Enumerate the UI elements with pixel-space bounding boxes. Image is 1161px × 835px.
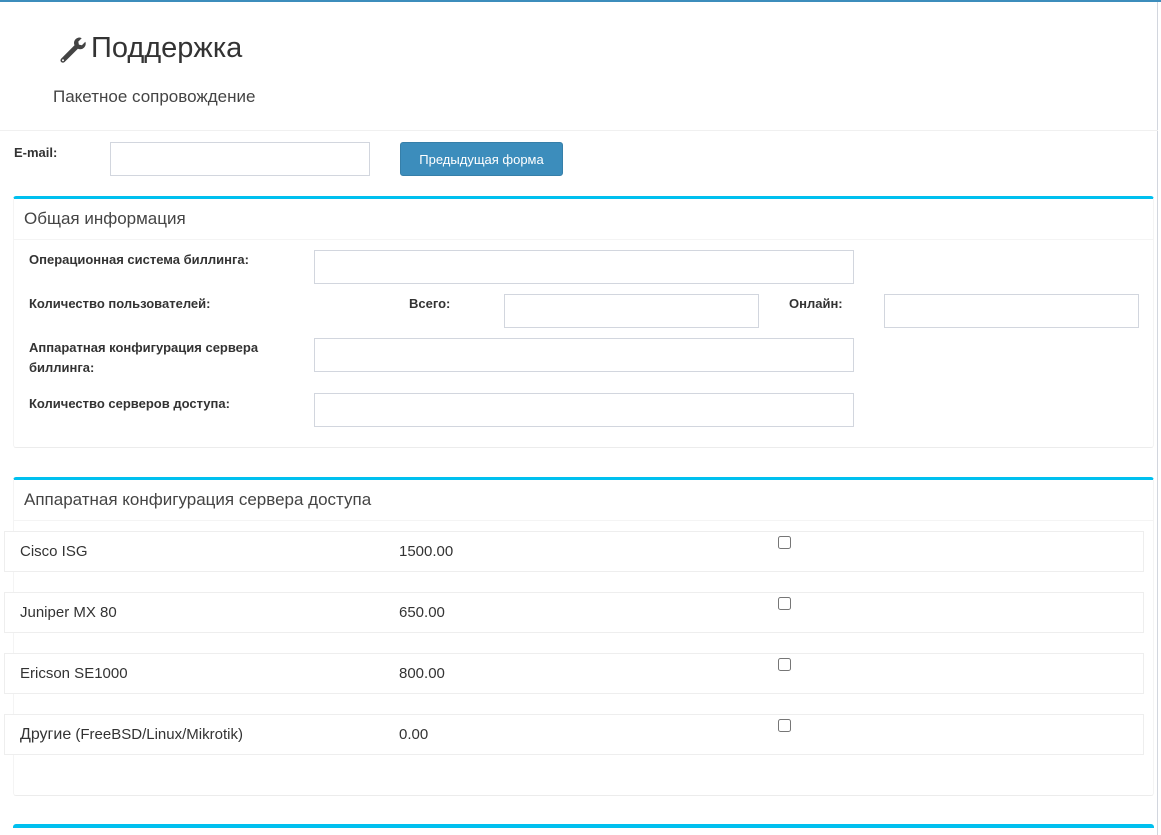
users-online-field[interactable] (884, 294, 1139, 328)
users-total-field[interactable] (504, 294, 759, 328)
hw-item-checkbox[interactable] (778, 719, 791, 732)
previous-form-button[interactable]: Предыдущая форма (400, 142, 563, 176)
users-count-label: Количество пользователей: (29, 296, 211, 311)
hw-item-price: 1500.00 (399, 543, 454, 560)
access-servers-count-label: Количество серверов доступа: (29, 396, 230, 411)
next-box-top-border (13, 824, 1154, 828)
hw-item-checkbox[interactable] (778, 658, 791, 671)
box-header-divider (14, 520, 1153, 521)
billing-hw-label: Аппаратная конфигурация сервера биллинга… (29, 338, 258, 378)
hw-item-name: Ericson SE1000 (20, 665, 128, 682)
box-header-divider (14, 239, 1153, 240)
hw-item-row: Ericson SE1000 800.00 (4, 653, 1144, 694)
hw-item-price: 0.00 (399, 726, 429, 743)
hw-item-row: Cisco ISG 1500.00 (4, 531, 1144, 572)
billing-hw-label-line1: Аппаратная конфигурация сервера (29, 340, 259, 355)
hw-item-checkbox[interactable] (778, 597, 791, 610)
page-title: Поддержка (57, 32, 242, 65)
hw-item-name: Cisco ISG (20, 543, 88, 560)
hw-item-price: 650.00 (399, 604, 445, 621)
billing-hw-label-line2: биллинга: (29, 360, 95, 375)
hw-item-name: Juniper MX 80 (20, 604, 117, 621)
users-total-label: Всего: (409, 296, 451, 311)
email-field[interactable] (110, 142, 370, 176)
hw-item-checkbox[interactable] (778, 536, 791, 549)
billing-os-field[interactable] (314, 250, 854, 284)
page-title-text: Поддержка (91, 32, 243, 64)
billing-os-label: Операционная система биллинга: (29, 252, 249, 267)
access-servers-count-field[interactable] (314, 393, 854, 427)
access-hw-title: Аппаратная конфигурация сервера доступа (24, 490, 372, 509)
wrench-icon (57, 34, 87, 64)
hw-item-price: 800.00 (399, 665, 445, 682)
page-subtitle: Пакетное сопровождение (53, 87, 256, 106)
email-label: E-mail: (14, 145, 58, 160)
hw-item-row: Juniper MX 80 650.00 (4, 592, 1144, 633)
page-header: Поддержка Пакетное сопровождение (0, 2, 1158, 131)
hw-item-row: Другие (FreeBSD/Linux/Mikrotik) 0.00 (4, 714, 1144, 755)
general-info-title: Общая информация (24, 209, 186, 228)
billing-hw-field[interactable] (314, 338, 854, 372)
users-online-label: Онлайн: (789, 296, 843, 311)
hw-item-name: Другие (FreeBSD/Linux/Mikrotik) (20, 726, 243, 743)
